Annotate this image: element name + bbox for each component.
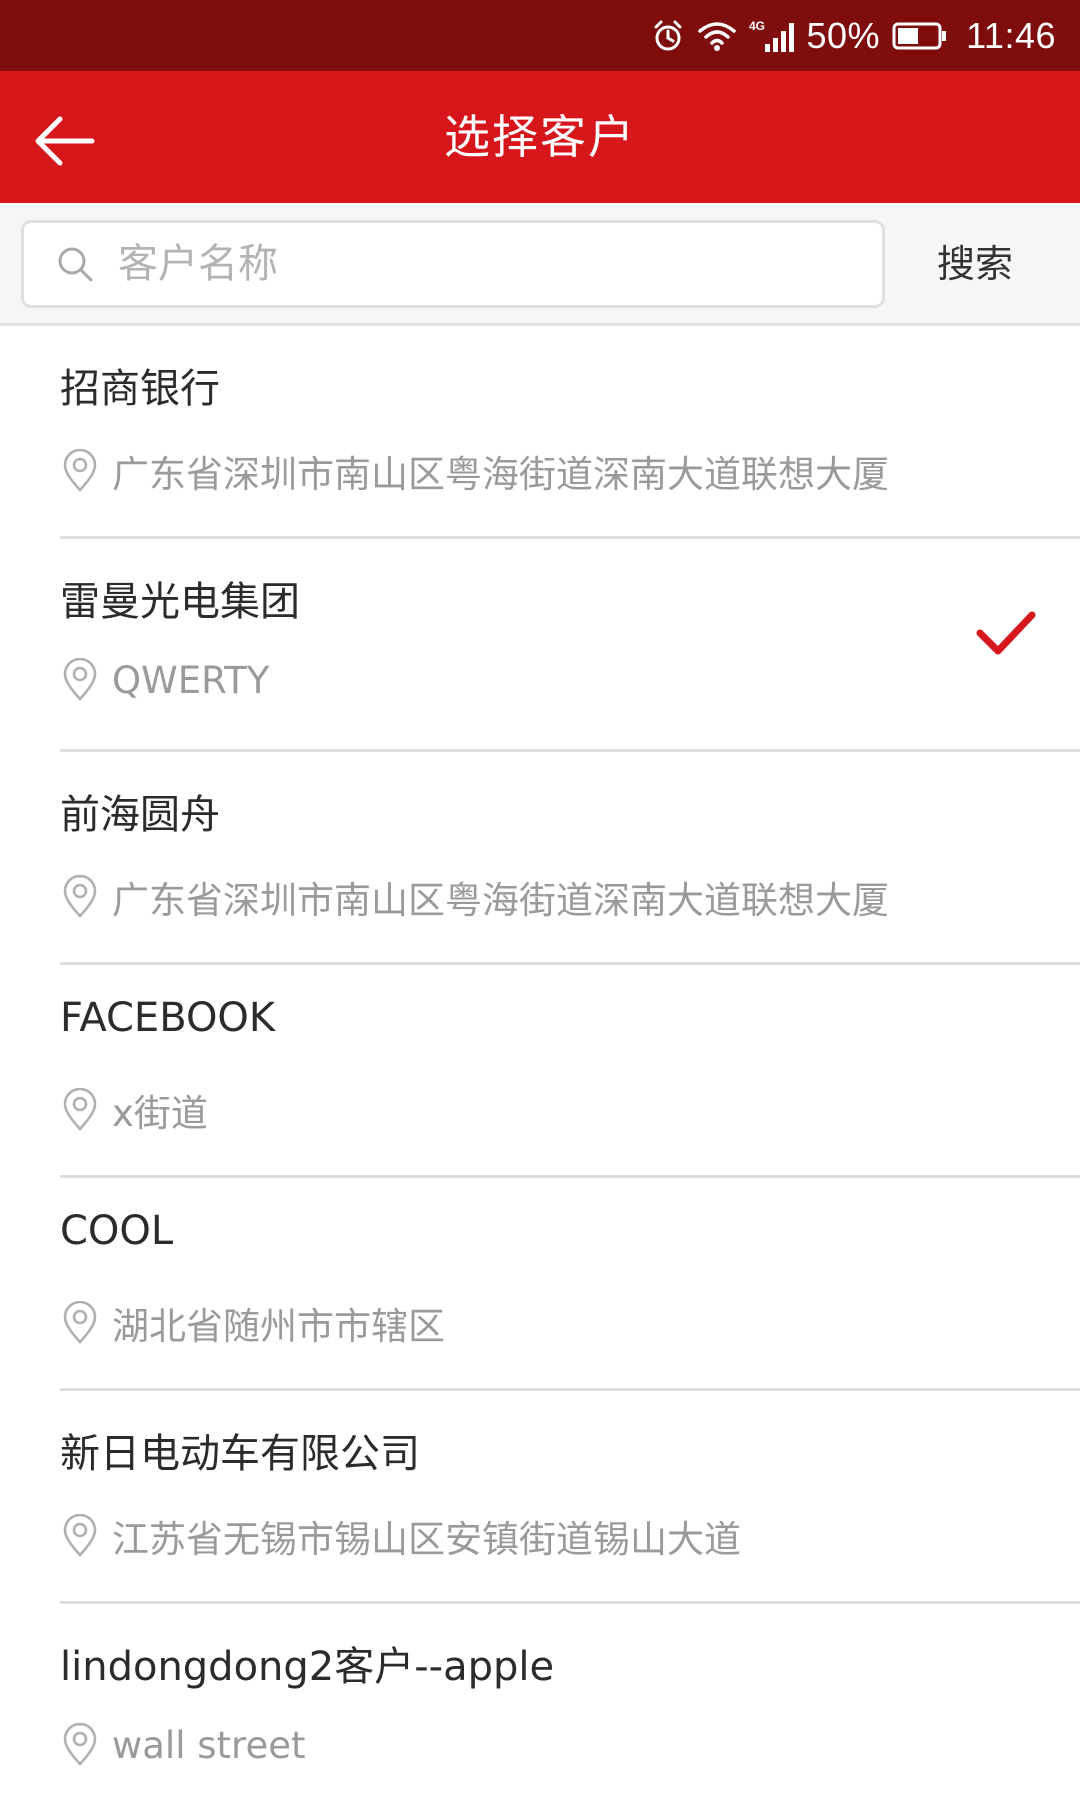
list-item[interactable]: 招商银行 广东省深圳市南山区粤海街道深南大道联想大厦 bbox=[0, 326, 1080, 539]
location-pin-icon bbox=[60, 874, 100, 920]
customer-name: 雷曼光电集团 bbox=[60, 579, 300, 625]
address-text: wall street bbox=[112, 1723, 306, 1767]
customer-address: 江苏省无锡市锡山区安镇街道锡山大道 bbox=[60, 1509, 741, 1563]
location-pin-icon bbox=[60, 1087, 100, 1133]
list-item[interactable]: 雷曼光电集团 QWERTY bbox=[0, 539, 1080, 752]
address-text: 广东省深圳市南山区粤海街道深南大道联想大厦 bbox=[112, 453, 889, 496]
network-type-label: 4G bbox=[749, 19, 765, 33]
battery-percent: 50% bbox=[806, 14, 881, 56]
location-pin-icon bbox=[60, 1722, 100, 1768]
customer-list: 招商银行 广东省深圳市南山区粤海街道深南大道联想大厦 雷曼光电集团 QWERTY… bbox=[0, 326, 1080, 1817]
address-text: x街道 bbox=[112, 1092, 208, 1135]
wifi-icon bbox=[697, 19, 737, 53]
status-icons: 4G 50% 11:46 bbox=[651, 0, 1056, 71]
list-item[interactable]: COOL 湖北省随州市市辖区 bbox=[0, 1178, 1080, 1391]
search-button[interactable]: 搜索 bbox=[900, 220, 1050, 308]
customer-address: 广东省深圳市南山区粤海街道深南大道联想大厦 bbox=[60, 444, 889, 498]
status-bar: 4G 50% 11:46 bbox=[0, 0, 1080, 71]
address-text: 湖北省随州市市辖区 bbox=[112, 1305, 445, 1348]
location-pin-icon bbox=[60, 657, 100, 703]
customer-name: COOL bbox=[60, 1208, 174, 1254]
customer-name: 招商银行 bbox=[60, 366, 220, 412]
page-title: 选择客户 bbox=[444, 110, 636, 164]
list-item[interactable]: 前海圆舟 广东省深圳市南山区粤海街道深南大道联想大厦 bbox=[0, 752, 1080, 965]
location-pin-icon bbox=[60, 448, 100, 494]
list-item[interactable]: lindongdong2客户--apple wall street bbox=[0, 1604, 1080, 1817]
search-box[interactable] bbox=[21, 220, 885, 308]
customer-address: 湖北省随州市市辖区 bbox=[60, 1296, 445, 1350]
app-bar: 选择客户 bbox=[0, 71, 1080, 203]
customer-address: x街道 bbox=[60, 1083, 208, 1137]
customer-address: 广东省深圳市南山区粤海街道深南大道联想大厦 bbox=[60, 870, 889, 924]
address-text: 广东省深圳市南山区粤海街道深南大道联想大厦 bbox=[112, 879, 889, 922]
search-input[interactable] bbox=[118, 234, 858, 294]
customer-name: 新日电动车有限公司 bbox=[60, 1431, 420, 1477]
customer-address: QWERTY bbox=[60, 657, 269, 703]
customer-name: FACEBOOK bbox=[60, 995, 276, 1041]
status-time: 11:46 bbox=[966, 14, 1056, 56]
search-icon bbox=[52, 241, 98, 287]
address-text: 江苏省无锡市锡山区安镇街道锡山大道 bbox=[112, 1518, 741, 1561]
list-item[interactable]: FACEBOOK x街道 bbox=[0, 965, 1080, 1178]
location-pin-icon bbox=[60, 1513, 100, 1559]
search-bar: 搜索 bbox=[0, 203, 1080, 326]
customer-address: wall street bbox=[60, 1722, 305, 1768]
address-text: QWERTY bbox=[112, 658, 270, 702]
cellular-signal-icon: 4G bbox=[749, 18, 795, 54]
checkmark-icon bbox=[976, 609, 1036, 659]
list-item[interactable]: 新日电动车有限公司 江苏省无锡市锡山区安镇街道锡山大道 bbox=[0, 1391, 1080, 1604]
battery-icon bbox=[892, 21, 948, 51]
location-pin-icon bbox=[60, 1300, 100, 1346]
customer-name: lindongdong2客户--apple bbox=[60, 1644, 555, 1690]
alarm-icon bbox=[651, 19, 685, 53]
customer-name: 前海圆舟 bbox=[60, 792, 220, 838]
